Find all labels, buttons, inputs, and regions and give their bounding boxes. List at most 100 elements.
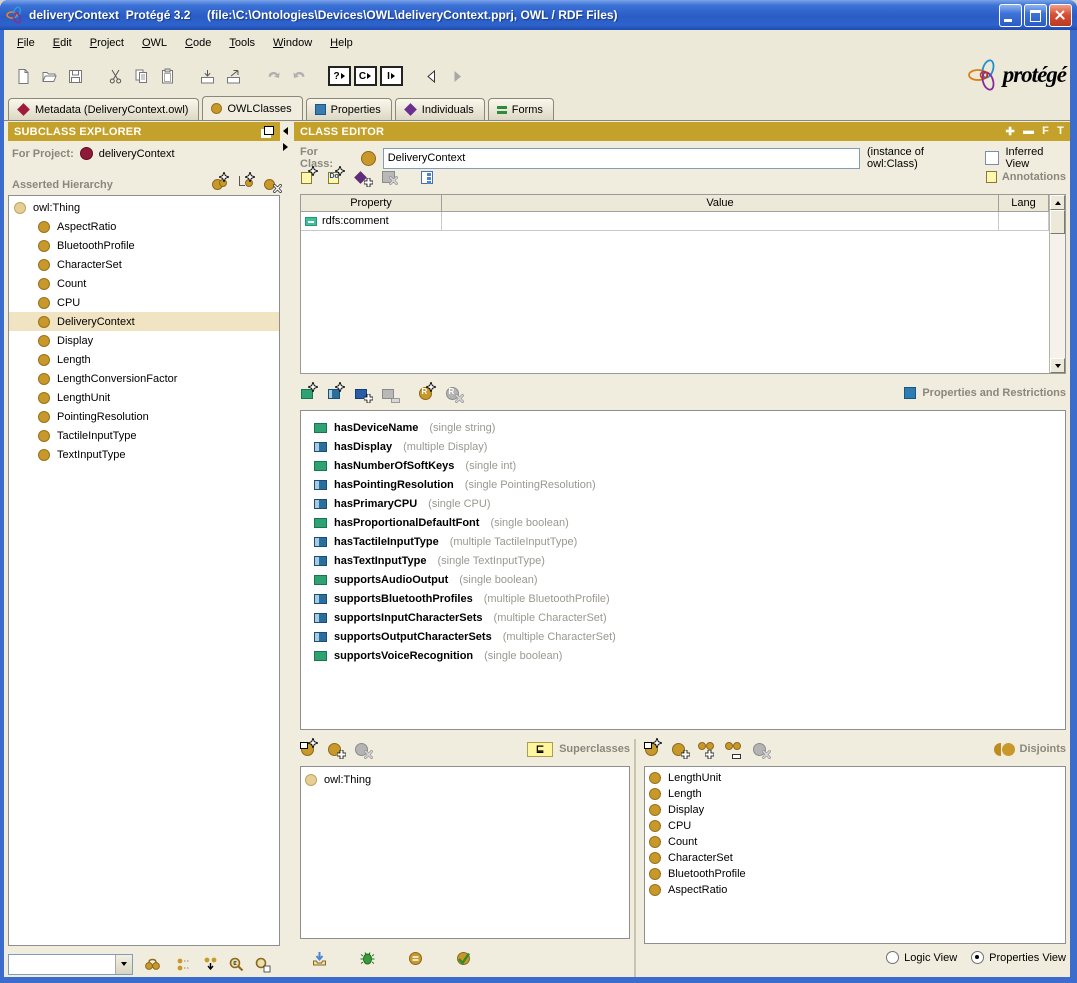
undo-button[interactable]: [260, 63, 286, 89]
float-view-button[interactable]: F: [1042, 125, 1049, 138]
property-row[interactable]: hasTextInputType (single TextInputType): [314, 551, 1065, 570]
superclass-item[interactable]: owl:Thing: [301, 770, 629, 789]
tree-item[interactable]: CPU: [9, 293, 279, 312]
superclasses-list[interactable]: owl:Thing: [300, 766, 630, 939]
menu-item[interactable]: Tools: [220, 34, 264, 52]
tree-item[interactable]: TactileInputType: [9, 426, 279, 445]
inferred-view-checkbox[interactable]: [985, 151, 999, 165]
property-row[interactable]: hasDisplay (multiple Display): [314, 437, 1065, 456]
expand-subclasses-button[interactable]: [197, 951, 223, 977]
tab[interactable]: Individuals: [395, 98, 485, 120]
export-button[interactable]: [220, 63, 246, 89]
open-project-button[interactable]: [36, 63, 62, 89]
menu-item[interactable]: Window: [264, 34, 321, 52]
annotation-row-lang[interactable]: [999, 212, 1049, 231]
tree-item[interactable]: owl:Thing: [9, 198, 279, 217]
properties-view-radio[interactable]: [971, 951, 984, 964]
new-project-button[interactable]: [10, 63, 36, 89]
collapse-left-icon[interactable]: [283, 127, 288, 135]
disjoint-item[interactable]: BluetoothProfile: [645, 866, 1065, 882]
debug-button[interactable]: [354, 945, 380, 971]
remove-disjoint-button[interactable]: [752, 741, 769, 757]
add-view-button[interactable]: ✚: [1006, 125, 1015, 138]
menu-item[interactable]: OWL: [133, 34, 176, 52]
class-search-combo[interactable]: [8, 954, 133, 975]
panel-splitter[interactable]: [282, 123, 290, 163]
delete-class-button[interactable]: [263, 175, 280, 191]
goto-individual-button[interactable]: I: [378, 63, 404, 89]
property-row[interactable]: supportsVoiceRecognition (single boolean…: [314, 646, 1065, 665]
remove-all-siblings-button[interactable]: [725, 741, 742, 757]
disjoint-item[interactable]: CharacterSet: [645, 850, 1065, 866]
tree-item[interactable]: AspectRatio: [9, 217, 279, 236]
tree-item[interactable]: LengthConversionFactor: [9, 369, 279, 388]
disjoint-item[interactable]: CPU: [645, 818, 1065, 834]
logic-view-option[interactable]: Logic View: [886, 951, 957, 964]
superclass-view-button[interactable]: [171, 951, 197, 977]
property-row[interactable]: supportsInputCharacterSets (multiple Cha…: [314, 608, 1065, 627]
close-button[interactable]: [1049, 4, 1072, 27]
tree-item[interactable]: Length: [9, 350, 279, 369]
collapse-right-icon[interactable]: [283, 143, 288, 151]
remove-superclass-button[interactable]: [354, 741, 371, 757]
scroll-down-button[interactable]: [1050, 358, 1065, 373]
save-project-button[interactable]: [62, 63, 88, 89]
find-usage-button[interactable]: ?: [326, 63, 352, 89]
tab[interactable]: Properties: [306, 98, 392, 120]
property-row[interactable]: hasPointingResolution (single PointingRe…: [314, 475, 1065, 494]
create-datatype-property-button[interactable]: [300, 385, 317, 401]
paste-button[interactable]: [154, 63, 180, 89]
create-disjoint-class-button[interactable]: [644, 741, 661, 757]
search-domain-button[interactable]: [223, 951, 249, 977]
menu-item[interactable]: Help: [321, 34, 362, 52]
archive-button[interactable]: [194, 63, 220, 89]
class-name-input[interactable]: [383, 148, 860, 169]
properties-view-option[interactable]: Properties View: [971, 951, 1066, 964]
create-subclass-button[interactable]: [237, 175, 254, 191]
create-dc-annotation-button[interactable]: Do: [327, 169, 344, 185]
menu-item[interactable]: Project: [81, 34, 133, 52]
column-header-property[interactable]: Property: [301, 195, 442, 212]
properties-list[interactable]: hasDeviceName (single string) hasDisplay…: [300, 410, 1066, 730]
property-row[interactable]: supportsBluetoothProfiles (multiple Blue…: [314, 589, 1065, 608]
remove-restriction-button[interactable]: R: [445, 385, 462, 401]
redo-button[interactable]: [286, 63, 312, 89]
minimize-button[interactable]: [999, 4, 1022, 27]
remove-view-button[interactable]: ▬: [1023, 125, 1034, 138]
property-row[interactable]: supportsOutputCharacterSets (multiple Ch…: [314, 627, 1065, 646]
column-header-lang[interactable]: Lang: [999, 195, 1049, 212]
property-row[interactable]: supportsAudioOutput (single boolean): [314, 570, 1065, 589]
goto-class-button[interactable]: C: [352, 63, 378, 89]
navigate-back-button[interactable]: [418, 63, 444, 89]
menu-item[interactable]: Code: [176, 34, 220, 52]
check-consistency-button[interactable]: [450, 945, 476, 971]
property-row[interactable]: hasTactileInputType (multiple TactileInp…: [314, 532, 1065, 551]
detach-view-icon[interactable]: [261, 126, 274, 138]
import-axioms-button[interactable]: [306, 945, 332, 971]
add-disjoint-button[interactable]: [671, 741, 688, 757]
tree-item[interactable]: Display: [9, 331, 279, 350]
tree-item[interactable]: DeliveryContext: [9, 312, 279, 331]
property-row[interactable]: hasDeviceName (single string): [314, 418, 1065, 437]
add-superclass-button[interactable]: [327, 741, 344, 757]
tree-item[interactable]: TextInputType: [9, 445, 279, 464]
search-class-button[interactable]: [249, 951, 275, 977]
property-row[interactable]: hasProportionalDefaultFont (single boole…: [314, 513, 1065, 532]
bottom-pane-splitter[interactable]: [634, 739, 636, 977]
combo-dropdown-button[interactable]: [115, 955, 132, 974]
find-class-button[interactable]: [139, 951, 165, 977]
create-annotation-button[interactable]: [300, 169, 317, 185]
property-row[interactable]: hasNumberOfSoftKeys (single int): [314, 456, 1065, 475]
disjoints-list[interactable]: LengthUnit Length Display CPU: [644, 766, 1066, 944]
add-property-button[interactable]: [354, 385, 371, 401]
disjoint-item[interactable]: Count: [645, 834, 1065, 850]
remove-property-button[interactable]: [381, 385, 398, 401]
navigate-forward-button[interactable]: [444, 63, 470, 89]
logic-view-radio[interactable]: [886, 951, 899, 964]
annotation-form-button[interactable]: [420, 169, 437, 185]
create-restriction-button[interactable]: R: [418, 385, 435, 401]
scroll-up-button[interactable]: [1050, 195, 1065, 210]
tree-item[interactable]: PointingResolution: [9, 407, 279, 426]
cut-button[interactable]: [102, 63, 128, 89]
property-row[interactable]: hasPrimaryCPU (single CPU): [314, 494, 1065, 513]
